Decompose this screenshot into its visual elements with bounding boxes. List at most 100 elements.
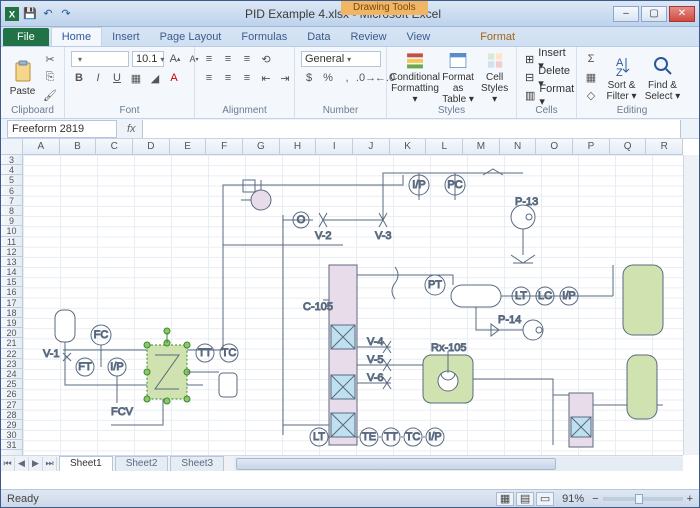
col-header[interactable]: I: [316, 139, 353, 154]
col-header[interactable]: L: [426, 139, 463, 154]
align-center-icon[interactable]: ≡: [220, 70, 236, 86]
tab-page-layout[interactable]: Page Layout: [150, 28, 232, 46]
column-headers[interactable]: ABCDEFGHIJKLMNOPQR: [23, 139, 683, 155]
paste-button[interactable]: Paste: [7, 51, 38, 105]
row-header[interactable]: 18: [1, 308, 22, 318]
row-header[interactable]: 17: [1, 298, 22, 308]
row-header[interactable]: 29: [1, 420, 22, 430]
indent-inc-icon[interactable]: ⇥: [277, 70, 293, 86]
row-header[interactable]: 13: [1, 257, 22, 267]
indent-dec-icon[interactable]: ⇤: [258, 70, 274, 86]
format-as-table-button[interactable]: Format as Table ▾: [441, 51, 475, 105]
cut-icon[interactable]: ✂: [42, 51, 58, 67]
row-header[interactable]: 5: [1, 175, 22, 185]
row-header[interactable]: 3: [1, 155, 22, 165]
row-header[interactable]: 24: [1, 369, 22, 379]
orientation-icon[interactable]: ⟲: [258, 51, 274, 67]
sheet-tab-3[interactable]: Sheet3: [170, 456, 224, 471]
col-header[interactable]: A: [23, 139, 60, 154]
copy-icon[interactable]: ⎘: [42, 69, 58, 85]
tab-data[interactable]: Data: [297, 28, 340, 46]
row-header[interactable]: 26: [1, 389, 22, 399]
tab-review[interactable]: Review: [340, 28, 396, 46]
cell-styles-button[interactable]: Cell Styles ▾: [479, 51, 510, 105]
view-normal-icon[interactable]: ▦: [496, 492, 514, 506]
align-middle-icon[interactable]: ≡: [220, 51, 236, 67]
row-header[interactable]: 14: [1, 267, 22, 277]
row-header[interactable]: 6: [1, 186, 22, 196]
format-painter-icon[interactable]: 🖌: [42, 87, 58, 103]
align-right-icon[interactable]: ≡: [239, 70, 255, 86]
row-header[interactable]: 8: [1, 206, 22, 216]
row-header[interactable]: 19: [1, 318, 22, 328]
bold-button[interactable]: B: [71, 70, 87, 86]
currency-icon[interactable]: $: [301, 70, 317, 86]
autosum-icon[interactable]: Σ: [583, 51, 599, 67]
tab-nav-last[interactable]: ⏭: [43, 457, 57, 471]
row-header[interactable]: 12: [1, 247, 22, 257]
italic-button[interactable]: I: [90, 70, 106, 86]
font-color-button[interactable]: A: [166, 70, 182, 86]
row-header[interactable]: 11: [1, 237, 22, 247]
dec-inc-icon[interactable]: .0→: [358, 70, 374, 86]
col-header[interactable]: E: [170, 139, 207, 154]
comma-icon[interactable]: ,: [339, 70, 355, 86]
col-header[interactable]: M: [463, 139, 500, 154]
row-header[interactable]: 27: [1, 400, 22, 410]
row-header[interactable]: 21: [1, 338, 22, 348]
row-header[interactable]: 7: [1, 196, 22, 206]
row-header[interactable]: 4: [1, 165, 22, 175]
zoom-out-button[interactable]: −: [592, 493, 598, 505]
zoom-in-button[interactable]: +: [687, 493, 693, 505]
row-header[interactable]: 30: [1, 430, 22, 440]
name-box[interactable]: Freeform 2819: [7, 120, 117, 138]
col-header[interactable]: O: [536, 139, 573, 154]
select-all-corner[interactable]: [1, 139, 23, 155]
row-header[interactable]: 23: [1, 359, 22, 369]
align-top-icon[interactable]: ≡: [201, 51, 217, 67]
close-button[interactable]: ✕: [669, 6, 695, 22]
tab-nav-first[interactable]: ⏮: [1, 457, 15, 471]
save-icon[interactable]: 💾: [23, 7, 37, 21]
row-header[interactable]: 22: [1, 349, 22, 359]
row-header[interactable]: 10: [1, 226, 22, 236]
redo-icon[interactable]: ↷: [59, 7, 73, 21]
col-header[interactable]: B: [60, 139, 97, 154]
undo-icon[interactable]: ↶: [41, 7, 55, 21]
col-header[interactable]: F: [206, 139, 243, 154]
col-header[interactable]: J: [353, 139, 390, 154]
sheet-tab-1[interactable]: Sheet1: [59, 456, 113, 471]
sort-filter-button[interactable]: AZ Sort & Filter ▾: [603, 51, 640, 105]
tab-nav-prev[interactable]: ◀: [15, 457, 29, 471]
row-header[interactable]: 16: [1, 287, 22, 297]
minimize-button[interactable]: –: [613, 6, 639, 22]
border-button[interactable]: ▦: [128, 70, 144, 86]
zoom-slider[interactable]: [603, 497, 683, 501]
formula-input[interactable]: [142, 120, 681, 138]
font-name-combo[interactable]: ▾: [71, 51, 129, 67]
zoom-value[interactable]: 91%: [562, 493, 584, 505]
grow-font-icon[interactable]: A▴: [167, 51, 183, 67]
format-cells-button[interactable]: ▥Format ▾: [523, 87, 576, 103]
row-header[interactable]: 25: [1, 379, 22, 389]
fill-color-button[interactable]: ◢: [147, 70, 163, 86]
align-left-icon[interactable]: ≡: [201, 70, 217, 86]
fx-label[interactable]: fx: [127, 123, 136, 135]
tab-formulas[interactable]: Formulas: [231, 28, 297, 46]
cell-grid[interactable]: O V-2 V-3 I/P PC P-13: [23, 155, 683, 455]
tab-nav-next[interactable]: ▶: [29, 457, 43, 471]
col-header[interactable]: P: [573, 139, 610, 154]
col-header[interactable]: C: [96, 139, 133, 154]
align-bottom-icon[interactable]: ≡: [239, 51, 255, 67]
row-headers[interactable]: 3456789101112131415161718192021222324252…: [1, 155, 23, 455]
col-header[interactable]: Q: [610, 139, 647, 154]
tab-format[interactable]: Format: [470, 28, 525, 46]
row-header[interactable]: 20: [1, 328, 22, 338]
tab-view[interactable]: View: [397, 28, 441, 46]
file-tab[interactable]: File: [3, 28, 49, 46]
row-header[interactable]: 28: [1, 410, 22, 420]
clear-icon[interactable]: ◇: [583, 87, 599, 103]
vertical-scrollbar[interactable]: [683, 155, 699, 455]
row-header[interactable]: 15: [1, 277, 22, 287]
view-layout-icon[interactable]: ▤: [516, 492, 534, 506]
